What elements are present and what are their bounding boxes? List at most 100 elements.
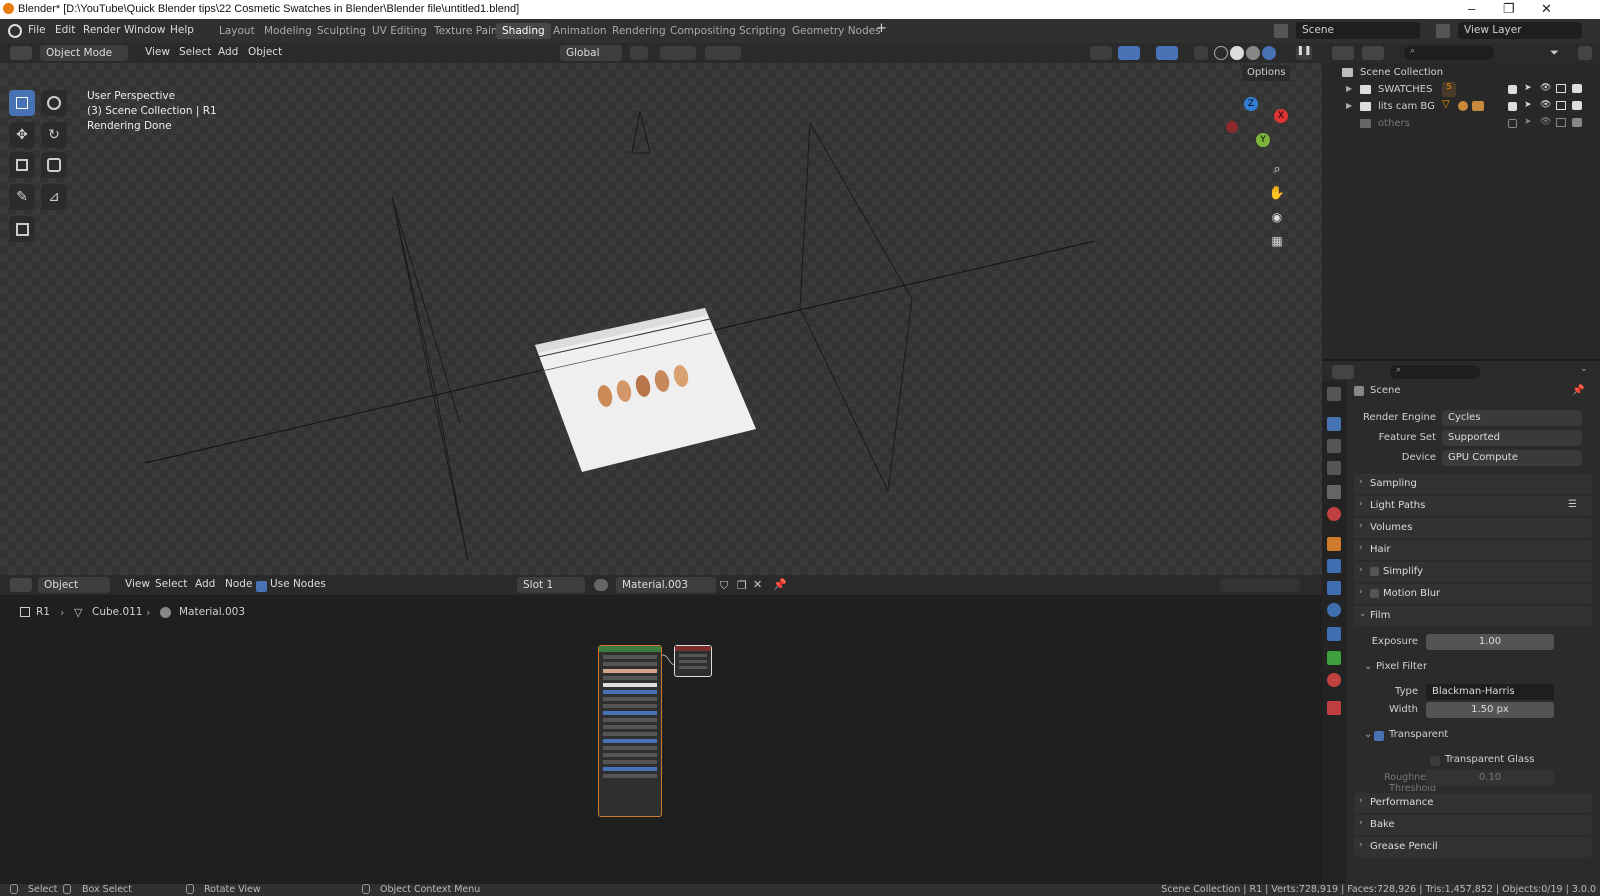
output-tab-icon[interactable] — [1327, 439, 1341, 453]
viewport-menu-add[interactable]: Add — [213, 45, 243, 61]
eye-icon[interactable]: 👁 — [1540, 83, 1551, 93]
filter-icon[interactable]: ⏷ — [1550, 46, 1570, 60]
pin-icon[interactable]: 📌 — [773, 578, 787, 591]
tab-sculpting[interactable]: Sculpting — [311, 23, 372, 39]
tab-animation[interactable]: Animation — [547, 23, 613, 39]
unlink-material-icon[interactable]: ✕ — [753, 578, 762, 591]
tab-layout[interactable]: Layout — [213, 23, 261, 39]
duplicate-material-icon[interactable]: ❐ — [737, 579, 747, 592]
solid-shading-icon[interactable] — [1230, 46, 1244, 60]
principled-bsdf-node[interactable] — [598, 645, 662, 817]
panel-film[interactable]: ⌄ Film — [1354, 606, 1592, 626]
panel-light-paths[interactable]: › Light Paths ☰ — [1354, 496, 1592, 516]
annotate-tool[interactable]: ✎ — [9, 184, 35, 210]
pan-hand-icon[interactable]: ✋ — [1266, 182, 1288, 204]
tool-tab-icon[interactable] — [1327, 387, 1341, 401]
material-output-node[interactable] — [674, 645, 712, 677]
render-tab-icon[interactable] — [1327, 417, 1341, 431]
navigation-gizmo[interactable]: Z X Y — [1226, 97, 1292, 157]
scene-selector[interactable]: Scene — [1296, 22, 1420, 39]
tab-uv-editing[interactable]: UV Editing — [366, 23, 433, 39]
filter-width-field[interactable]: 1.50 px — [1426, 702, 1554, 718]
panel-motion-blur[interactable]: › Motion Blur — [1354, 584, 1592, 604]
mode-selector[interactable]: Object Mode — [40, 45, 128, 61]
measure-tool[interactable]: ⊿ — [41, 184, 67, 210]
panel-simplify[interactable]: › Simplify — [1354, 562, 1592, 582]
exposure-field[interactable]: 1.00 — [1426, 634, 1554, 650]
xray-icon[interactable] — [1194, 46, 1208, 60]
proportional-edit-icon[interactable] — [705, 46, 741, 60]
data-tab-icon[interactable] — [1327, 651, 1341, 665]
constraints-tab-icon[interactable] — [1327, 627, 1341, 641]
viewport-menu-view[interactable]: View — [140, 45, 175, 61]
outliner-row-swatches[interactable]: ▶ SWATCHES 5 ➤ 👁 — [1322, 82, 1600, 99]
tab-shading[interactable]: Shading — [496, 23, 551, 39]
node-editor-overlay-icons[interactable] — [1220, 578, 1300, 592]
add-workspace-button[interactable]: + — [876, 21, 887, 36]
maximize-button[interactable]: ❐ — [1503, 1, 1515, 17]
slot-selector[interactable]: Slot 1 — [517, 577, 585, 593]
exclude-checkbox[interactable] — [1508, 84, 1517, 95]
material-browse-icon[interactable] — [594, 579, 608, 591]
select-arrow-icon[interactable]: ➤ — [1524, 117, 1532, 127]
render-camera-icon[interactable] — [1572, 84, 1582, 93]
outliner-row-lits-cam-bg[interactable]: ▶ lits cam BG ▽ ➤ 👁 — [1322, 99, 1600, 116]
scene-tab-icon[interactable] — [1327, 485, 1341, 499]
viewport-menu-select[interactable]: Select — [174, 45, 216, 61]
add-cube-tool[interactable] — [9, 216, 35, 242]
modifiers-tab-icon[interactable] — [1327, 559, 1341, 573]
rotate-tool[interactable]: ↻ — [41, 122, 67, 148]
properties-search-input[interactable]: ⌕ — [1390, 365, 1480, 379]
simplify-checkbox[interactable] — [1370, 566, 1379, 576]
select-arrow-icon[interactable]: ➤ — [1524, 100, 1532, 110]
menu-window[interactable]: Window — [124, 24, 165, 36]
visibility-icon[interactable] — [1090, 46, 1112, 60]
exclude-checkbox[interactable] — [1508, 101, 1517, 112]
tab-rendering[interactable]: Rendering — [606, 23, 672, 39]
render-camera-icon[interactable] — [1572, 101, 1582, 110]
ortho-toggle-icon[interactable]: ▦ — [1266, 230, 1288, 252]
gizmo-z-axis[interactable]: Z — [1244, 97, 1258, 111]
monitor-icon[interactable] — [1556, 118, 1566, 127]
select-box-tool[interactable] — [9, 90, 35, 116]
menu-help[interactable]: Help — [170, 24, 194, 36]
overlay-toggle-icon[interactable] — [1156, 46, 1178, 60]
node-editor-type-icon[interactable] — [10, 578, 32, 592]
feature-set-select[interactable]: Supported — [1442, 430, 1582, 446]
expand-icon[interactable]: ▶ — [1346, 84, 1352, 93]
expand-icon[interactable]: ▶ — [1346, 101, 1352, 110]
transparent-glass-checkbox[interactable] — [1430, 754, 1440, 767]
properties-type-icon[interactable] — [1332, 365, 1354, 379]
gizmo-y-axis[interactable]: Y — [1256, 133, 1270, 147]
node-object-selector[interactable]: Object — [38, 577, 110, 593]
roughness-threshold-field[interactable]: 0.10 — [1426, 770, 1554, 786]
blender-menu-icon[interactable] — [8, 24, 22, 38]
panel-volumes[interactable]: › Volumes — [1354, 518, 1592, 538]
cursor-tool[interactable] — [41, 90, 67, 116]
eye-icon[interactable]: 👁 — [1540, 100, 1551, 110]
transform-tool[interactable] — [41, 152, 67, 178]
transparent-checkbox[interactable] — [1374, 729, 1384, 742]
texture-tab-icon[interactable] — [1327, 701, 1341, 715]
physics-tab-icon[interactable] — [1327, 603, 1341, 617]
render-camera-icon[interactable] — [1572, 118, 1582, 127]
wireframe-shading-icon[interactable] — [1214, 46, 1228, 60]
object-tab-icon[interactable] — [1327, 537, 1341, 551]
new-collection-icon[interactable] — [1578, 46, 1592, 60]
minimize-button[interactable]: – — [1468, 1, 1475, 16]
view-layer-tab-icon[interactable] — [1327, 461, 1341, 475]
zoom-icon[interactable]: ⌕ — [1266, 158, 1288, 180]
panel-performance[interactable]: › Performance — [1354, 793, 1592, 813]
menu-edit[interactable]: Edit — [55, 24, 75, 36]
material-tab-icon[interactable] — [1327, 673, 1341, 687]
outliner-type-icon[interactable] — [1332, 46, 1354, 60]
scene-icon[interactable] — [1274, 24, 1288, 38]
panel-sampling[interactable]: › Sampling — [1354, 474, 1592, 494]
material-shading-icon[interactable] — [1246, 46, 1260, 60]
outliner-row-others[interactable]: others ➤ 👁 — [1322, 116, 1600, 133]
tab-geometry-nodes[interactable]: Geometry Nodes — [786, 23, 887, 39]
pivot-icon[interactable] — [630, 46, 648, 60]
view-layer-icon[interactable] — [1436, 24, 1450, 38]
exclude-checkbox[interactable] — [1508, 118, 1517, 129]
scale-tool[interactable] — [9, 152, 35, 178]
